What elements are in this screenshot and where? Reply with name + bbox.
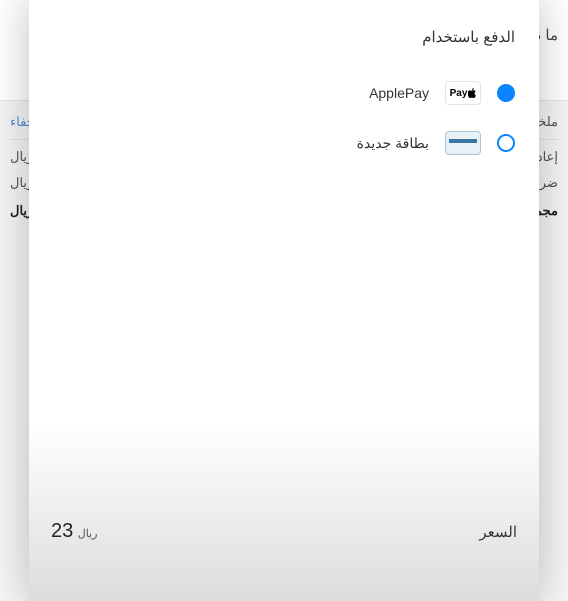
- payment-option-label: بطاقة جديدة: [357, 135, 429, 152]
- payment-option-newcard[interactable]: بطاقة جديدة: [53, 120, 515, 166]
- credit-card-icon: [445, 131, 481, 155]
- price-unit: ريال: [78, 528, 98, 540]
- price-label: السعر: [479, 523, 517, 541]
- price-bar: السعر 23 ريال: [29, 504, 539, 601]
- radio-selected-icon: [497, 84, 515, 102]
- price-value: 23 ريال: [51, 520, 101, 543]
- pay-with-title: الدفع باستخدام: [53, 28, 515, 46]
- payment-sheet: الدفع باستخدام Pay ApplePay بطاقة جديدة …: [29, 0, 539, 601]
- payment-option-label: ApplePay: [369, 85, 429, 101]
- sheet-body: الدفع باستخدام Pay ApplePay بطاقة جديدة: [29, 0, 539, 504]
- radio-unselected-icon: [497, 134, 515, 152]
- price-number: 23: [51, 520, 73, 542]
- payment-option-applepay[interactable]: Pay ApplePay: [53, 70, 515, 116]
- apple-pay-icon: Pay: [445, 81, 481, 105]
